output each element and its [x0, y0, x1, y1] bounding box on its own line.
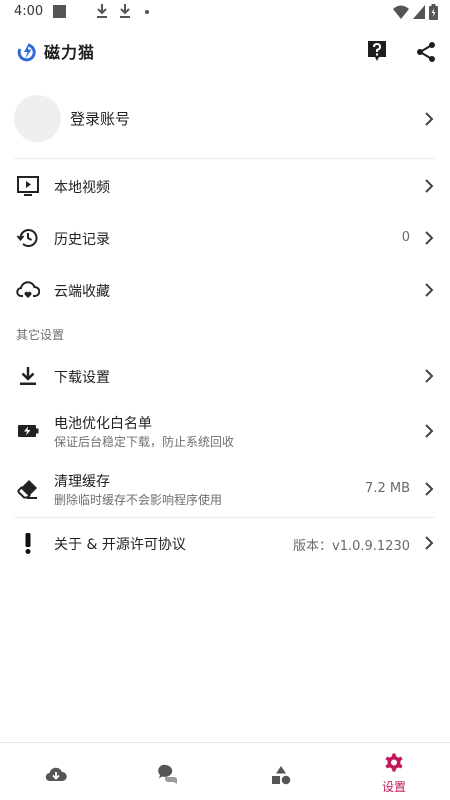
- battery-icon: [18, 425, 39, 437]
- cache-size: 7.2 MB: [365, 481, 410, 496]
- chevron-right-icon: [425, 482, 434, 496]
- account-label: 登录账号: [70, 110, 131, 128]
- settings-gear-icon: [385, 753, 403, 772]
- help-icon[interactable]: [366, 40, 388, 62]
- app-title: 磁力猫: [44, 43, 96, 62]
- nav-tab-settings[interactable]: 设置: [338, 743, 450, 800]
- status-time: 4:00: [14, 4, 44, 19]
- app-bar: 磁力猫: [0, 24, 450, 80]
- cloud-download-icon: [45, 767, 67, 782]
- divider: [14, 517, 435, 518]
- signal-icon: [413, 5, 425, 19]
- download-notification-icon: [97, 4, 107, 18]
- app-version: 版本：v1.0.9.1230: [293, 539, 410, 554]
- setting-label: 清理缓存: [54, 474, 110, 490]
- nav-tab-label: 设置: [381, 780, 406, 794]
- app-logo-icon: [17, 43, 36, 62]
- history-count: 0: [401, 230, 410, 245]
- shapes-icon: [272, 766, 291, 785]
- download-notification-icon: [120, 4, 130, 18]
- login-account-row[interactable]: 登录账号: [0, 92, 450, 148]
- nav-tab-cloud-download[interactable]: [0, 743, 112, 800]
- menu-item-cloud-favorites[interactable]: 云端收藏: [0, 268, 450, 312]
- chevron-right-icon: [425, 283, 434, 297]
- nav-tab-discover[interactable]: [225, 743, 337, 800]
- battery-status-icon: [429, 4, 438, 20]
- history-icon: [16, 229, 38, 247]
- setting-description: 保证后台稳定下载，防止系统回收: [54, 435, 235, 449]
- system-status-icons: [393, 4, 438, 20]
- nav-tab-chat[interactable]: [112, 743, 224, 800]
- menu-item-history[interactable]: 历史记录 0: [0, 216, 450, 260]
- setting-label: 电池优化白名单: [54, 416, 152, 432]
- setting-about[interactable]: 关于 & 开源许可协议 版本：v1.0.9.1230: [0, 521, 450, 565]
- setting-label: 下载设置: [54, 370, 110, 386]
- setting-download[interactable]: 下载设置: [0, 354, 450, 398]
- section-header-other-settings: 其它设置: [16, 328, 65, 342]
- setting-description: 删除临时缓存不会影响程序使用: [54, 493, 223, 507]
- menu-item-label: 本地视频: [54, 180, 110, 196]
- avatar: [14, 95, 61, 142]
- menu-item-label: 云端收藏: [54, 284, 110, 300]
- chevron-right-icon: [425, 369, 434, 383]
- chevron-right-icon: [425, 231, 434, 245]
- video-icon: [17, 176, 39, 196]
- chevron-right-icon: [425, 112, 434, 126]
- share-icon[interactable]: [414, 40, 438, 64]
- download-icon: [20, 367, 36, 385]
- bottom-navigation: 设置: [0, 742, 450, 800]
- chevron-right-icon: [425, 179, 434, 193]
- cloud-favorite-icon: [16, 281, 40, 298]
- menu-item-local-video[interactable]: 本地视频: [0, 164, 450, 208]
- status-bar: 4:00: [0, 0, 450, 24]
- divider: [14, 158, 435, 159]
- chat-icon: [158, 764, 178, 784]
- more-notifications-dot-icon: [145, 10, 149, 14]
- setting-battery-whitelist[interactable]: 电池优化白名单 保证后台稳定下载，防止系统回收: [0, 406, 450, 456]
- eraser-icon: [17, 480, 37, 499]
- chevron-right-icon: [425, 424, 434, 438]
- notification-square-icon: [53, 5, 66, 18]
- exclamation-icon: [25, 533, 31, 554]
- menu-item-label: 历史记录: [54, 232, 110, 248]
- setting-clear-cache[interactable]: 清理缓存 删除临时缓存不会影响程序使用 7.2 MB: [0, 464, 450, 514]
- chevron-right-icon: [425, 536, 434, 550]
- setting-label: 关于 & 开源许可协议: [54, 537, 186, 553]
- wifi-icon: [393, 5, 409, 19]
